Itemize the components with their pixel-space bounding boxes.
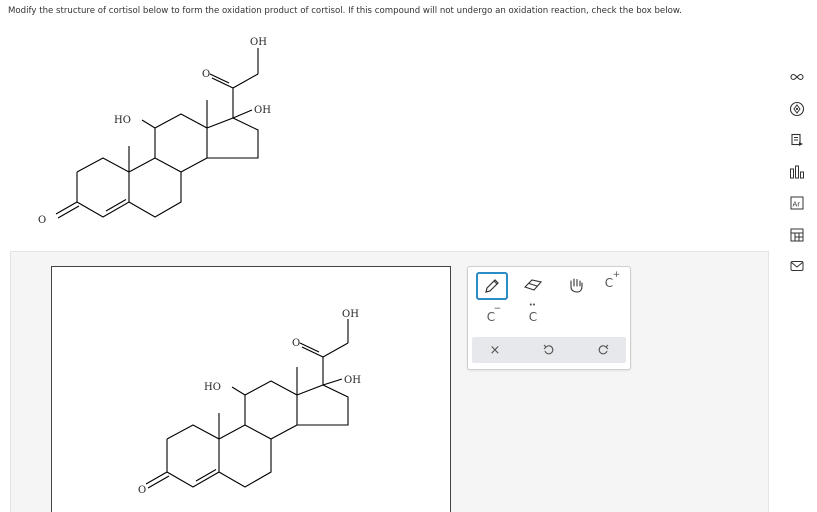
label-o-c3: O — [38, 215, 46, 226]
periodic-table-icon[interactable]: Ar — [786, 192, 808, 214]
undo-icon — [543, 344, 554, 355]
label-ho-c11: HO — [114, 115, 131, 126]
label-o-c20: O — [202, 69, 210, 80]
toolbar-action-row: × — [472, 337, 626, 363]
pencil-icon — [485, 279, 499, 293]
label-oh-c17: OH — [254, 105, 271, 116]
carbocation-tool[interactable]: C + — [594, 270, 624, 295]
undo-button[interactable] — [534, 338, 564, 362]
infinity-icon[interactable] — [786, 66, 808, 88]
question-prompt: Modify the structure of cortisol below t… — [8, 6, 682, 16]
label-oh-top: OH — [250, 37, 267, 48]
copy-icon[interactable] — [786, 129, 808, 151]
side-tool-strip: Ar — [786, 66, 810, 287]
hand-icon — [570, 278, 583, 293]
redo-button[interactable] — [588, 338, 618, 362]
reference-structure: OH OH HO O O — [38, 37, 271, 226]
eraser-icon — [523, 279, 543, 291]
label-o-c20[interactable]: O — [292, 338, 300, 349]
delete-button[interactable]: × — [480, 338, 510, 362]
carbene-glyph: C •• — [528, 301, 538, 324]
editable-structure[interactable]: OH OH HO O O — [52, 267, 450, 512]
label-ho-c11[interactable]: HO — [204, 382, 221, 393]
label-oh-c17[interactable]: OH — [344, 375, 361, 386]
mail-icon[interactable] — [786, 255, 808, 277]
svg-text:Ar: Ar — [793, 201, 801, 209]
hand-tool[interactable] — [561, 273, 591, 297]
eraser-tool[interactable] — [518, 273, 548, 297]
carbanion-glyph: C − — [486, 304, 502, 324]
label-o-c3[interactable]: O — [138, 485, 146, 496]
drawing-canvas[interactable]: OH OH HO O O — [51, 266, 451, 512]
pencil-tool[interactable] — [476, 272, 508, 300]
redo-icon — [598, 344, 609, 355]
label-oh-top[interactable]: OH — [342, 309, 359, 320]
target-icon[interactable] — [786, 98, 808, 120]
close-icon: × — [489, 342, 501, 358]
drawing-toolbar: C + C − C •• × — [467, 266, 631, 370]
template-icon[interactable] — [786, 224, 808, 246]
carbene-tool[interactable]: C •• — [518, 301, 548, 329]
carbocation-glyph: C + — [604, 270, 621, 290]
bar-chart-icon[interactable] — [786, 161, 808, 183]
carbanion-tool[interactable]: C − — [476, 304, 506, 329]
